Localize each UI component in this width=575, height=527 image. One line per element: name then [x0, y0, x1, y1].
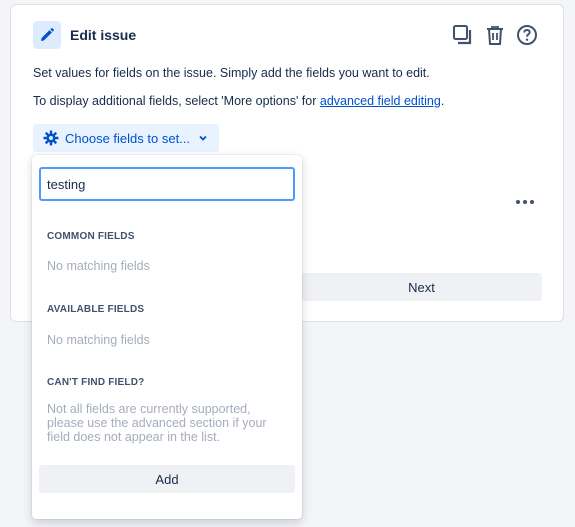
trash-icon[interactable]: [483, 23, 507, 47]
field-search-input[interactable]: [39, 167, 295, 201]
advanced-hint: To display additional fields, select 'Mo…: [33, 94, 444, 108]
choose-fields-label: Choose fields to set...: [65, 130, 191, 146]
help-icon[interactable]: [515, 23, 539, 47]
common-fields-empty: No matching fields: [47, 259, 150, 273]
panel-header: Edit issue: [33, 21, 136, 49]
duplicate-icon[interactable]: [451, 23, 475, 47]
pencil-icon: [33, 21, 61, 49]
panel-description: Set values for fields on the issue. Simp…: [33, 66, 430, 80]
panel-title: Edit issue: [70, 27, 137, 43]
cant-find-heading: CAN'T FIND FIELD?: [47, 377, 145, 388]
next-button[interactable]: Next: [301, 273, 542, 301]
chevron-down-icon: [198, 133, 208, 143]
more-icon[interactable]: [513, 195, 537, 209]
add-button[interactable]: Add: [39, 465, 295, 493]
cant-find-text: Not all fields are currently supported, …: [47, 402, 267, 444]
available-fields-heading: AVAILABLE FIELDS: [47, 304, 145, 315]
advanced-field-editing-link[interactable]: advanced field editing: [320, 94, 441, 108]
choose-fields-button[interactable]: Choose fields to set...: [33, 124, 219, 152]
available-fields-empty: No matching fields: [47, 333, 150, 347]
gear-icon: [43, 130, 59, 146]
advanced-hint-suffix: .: [440, 94, 445, 108]
header-actions: [451, 23, 539, 47]
common-fields-heading: COMMON FIELDS: [47, 231, 135, 242]
advanced-hint-prefix: To display additional fields, select 'Mo…: [33, 94, 320, 108]
field-picker-dropdown: COMMON FIELDS No matching fields AVAILAB…: [32, 155, 302, 519]
